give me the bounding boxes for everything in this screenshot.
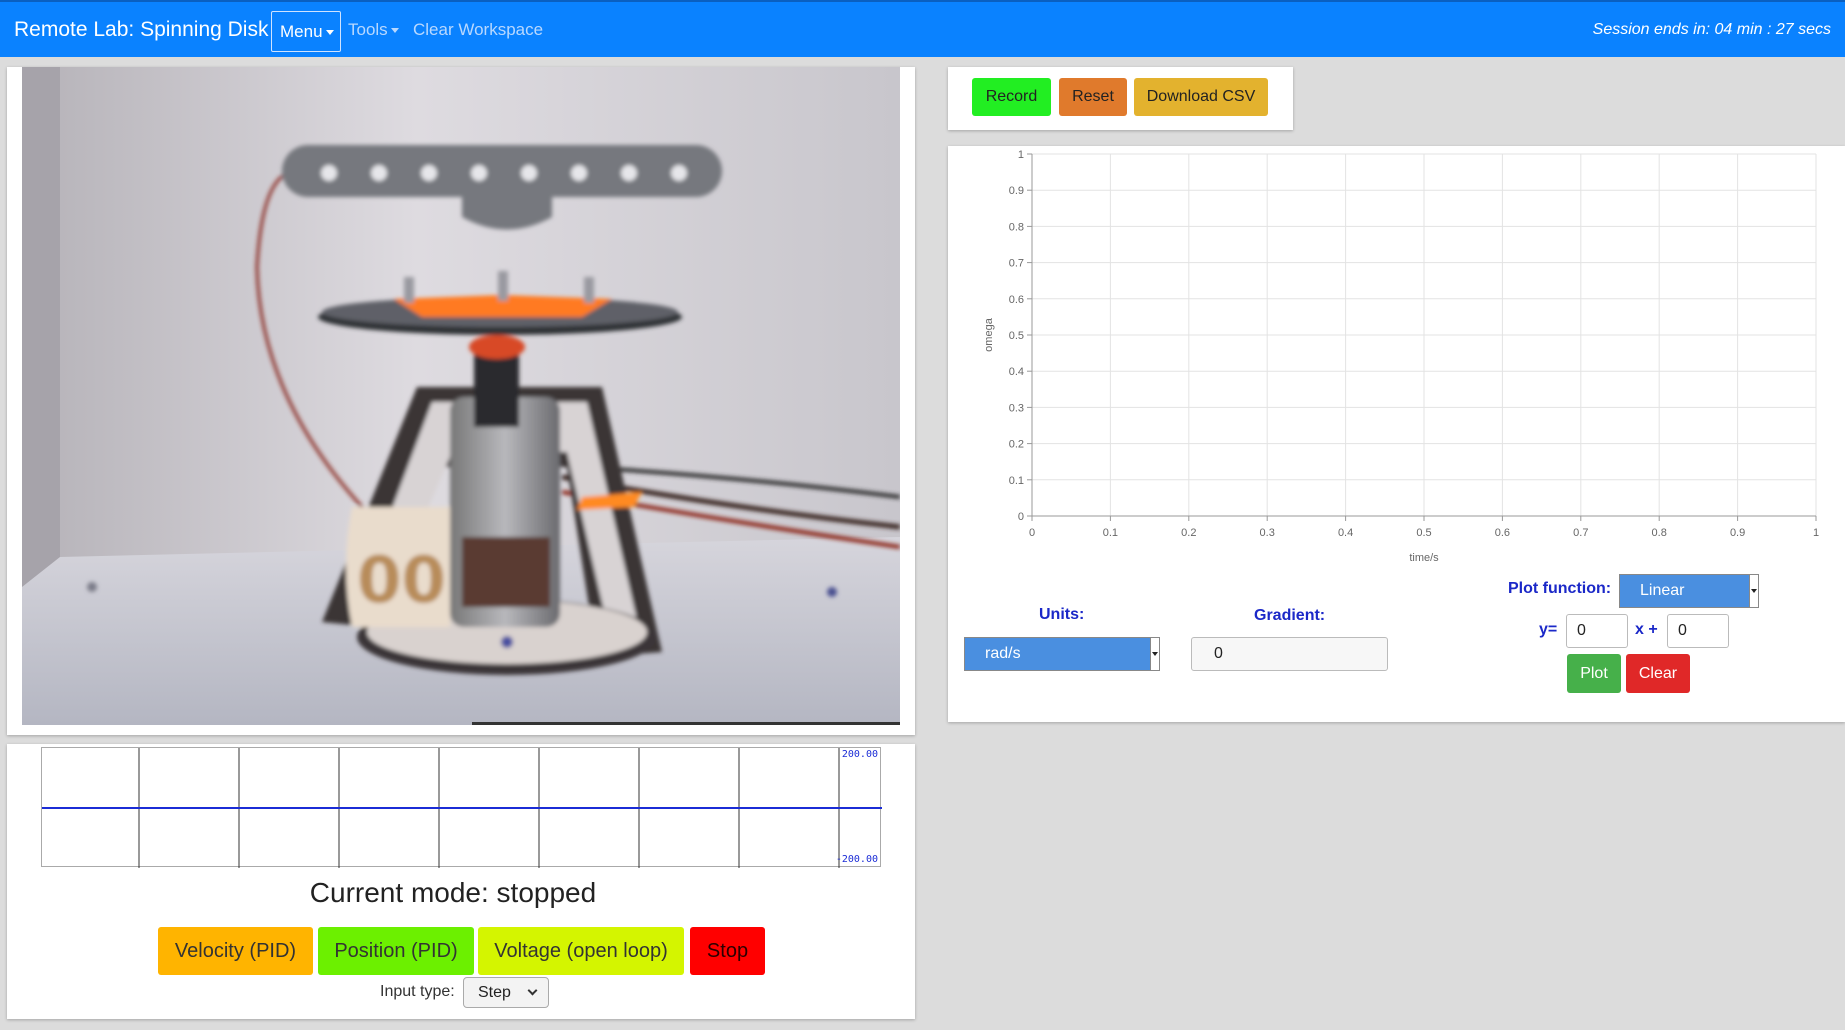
stop-button[interactable]: Stop (690, 927, 765, 975)
y-intercept-field[interactable]: 0 (1566, 614, 1628, 648)
scope-max-label: 200.00 (841, 749, 878, 760)
input-type-value: Step (478, 984, 511, 1001)
dropdown-arrow-icon (1749, 575, 1758, 607)
voltage-open-loop-button[interactable]: Voltage (open loop) (478, 927, 684, 975)
omega-chart: 0 0.1 0.2 0.3 0.4 0.5 0.6 0.7 0.8 0.9 1 0 0.1 0.2 0.3 0… (983, 149, 1819, 564)
y-tick-label: 0.7 (1009, 258, 1024, 270)
x-tick-label: 0.7 (1573, 527, 1588, 539)
reset-button[interactable]: Reset (1059, 78, 1127, 116)
brand-title: Remote Lab: Spinning Disk (14, 18, 269, 41)
caret-down-icon (390, 28, 399, 34)
x-tick-label: 0.3 (1260, 527, 1275, 539)
x-plus-label: x + (1635, 621, 1658, 638)
position-pid-button[interactable]: Position (PID) (318, 927, 474, 975)
x-tick-label: 0.2 (1181, 527, 1196, 539)
y-tick-label: 0 (1018, 511, 1024, 523)
y-tick-label: 0.6 (1009, 294, 1024, 306)
gradient-field[interactable]: 0 (1191, 637, 1388, 671)
velocity-pid-button[interactable]: Velocity (PID) (158, 927, 313, 975)
menu-dropdown[interactable]: Menu (271, 11, 341, 52)
clear-plot-button[interactable]: Clear (1626, 654, 1690, 693)
input-type-select[interactable]: Step (463, 977, 549, 1008)
x-axis-label: time/s (1409, 552, 1439, 564)
x-tick-label: 0.6 (1495, 527, 1510, 539)
x-tick-label: 0.9 (1730, 527, 1745, 539)
session-timer: Session ends in: 04 min : 27 secs (1592, 21, 1831, 38)
y-tick-label: 0.3 (1009, 402, 1024, 414)
y-tick-label: 0.2 (1009, 439, 1024, 451)
y-tick-label: 1 (1018, 149, 1024, 161)
dropdown-arrow-icon (1150, 638, 1159, 670)
clear-workspace-link[interactable]: Clear Workspace (413, 20, 543, 40)
disk-number-label: 00 (357, 544, 446, 618)
record-button[interactable]: Record (972, 78, 1051, 116)
units-label: Units: (1039, 606, 1085, 623)
x-tick-label: 0.4 (1338, 527, 1353, 539)
y-tick-label: 0.5 (1009, 330, 1024, 342)
plot-function-select[interactable]: Linear (1619, 574, 1759, 608)
x-tick-label: 0.5 (1416, 527, 1431, 539)
y-axis-label: omega (983, 317, 995, 352)
scope-min-label: -200.00 (835, 854, 878, 865)
y-tick-label: 0.4 (1009, 366, 1024, 378)
tools-label: Tools (348, 20, 388, 39)
input-type-label: Input type: (380, 983, 455, 1000)
plot-button[interactable]: Plot (1567, 654, 1621, 693)
y-tick-label: 0.9 (1009, 185, 1024, 197)
plot-function-label: Plot function: (1508, 580, 1612, 597)
y-tick-label: 0.1 (1009, 475, 1024, 487)
units-select[interactable]: rad/s (964, 637, 1160, 671)
x-tick-label: 1 (1813, 527, 1819, 539)
signal-scope: 200.00 -200.00 (41, 747, 882, 868)
chevron-down-icon (527, 985, 538, 996)
download-csv-button[interactable]: Download CSV (1134, 78, 1268, 116)
navbar: Remote Lab: Spinning Disk Menu Tools Cle… (0, 0, 1845, 57)
x-tick-label: 0 (1029, 527, 1035, 539)
y-equals-label: y= (1539, 621, 1558, 638)
spinning-disk-photo: 00 (22, 67, 900, 725)
x-coefficient-field[interactable]: 0 (1667, 614, 1729, 648)
plot-function-value: Linear (1640, 582, 1685, 599)
units-value: rad/s (985, 645, 1021, 662)
scope-grid (42, 748, 882, 868)
caret-down-icon (325, 30, 334, 36)
y-tick-label: 0.8 (1009, 221, 1024, 233)
menu-label: Menu (280, 22, 323, 41)
x-tick-label: 0.1 (1103, 527, 1118, 539)
x-tick-label: 0.8 (1652, 527, 1667, 539)
current-mode-text: Current mode: stopped (309, 877, 597, 908)
tools-dropdown[interactable]: Tools (348, 20, 399, 40)
camera-feed: 00 (22, 67, 900, 725)
gradient-label: Gradient: (1254, 607, 1326, 624)
